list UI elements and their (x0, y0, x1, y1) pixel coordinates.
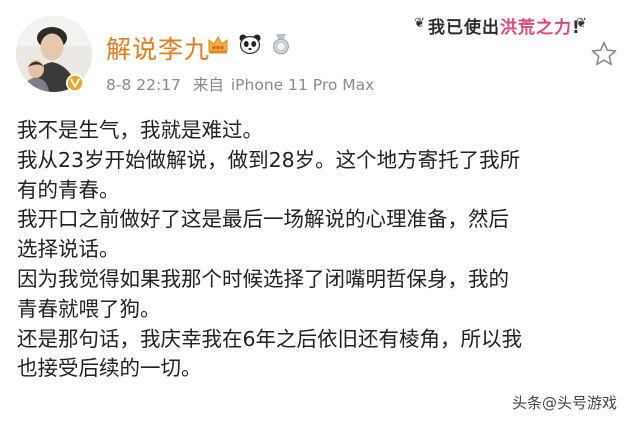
sticker-text: 我已使出洪荒之力! (428, 13, 581, 38)
user-badges (206, 33, 300, 59)
watermark: 头条@头号游戏 (512, 394, 618, 412)
source-label: 来自 (192, 76, 224, 94)
medal-icon[interactable] (270, 33, 292, 59)
sticker-ornament-left: ❦ (414, 16, 425, 31)
post-body-line-7: 青春就喂了狗。 (17, 296, 161, 321)
post-body-line-4: 我开口之前做好了这是最后一场解说的心理准备，然后 (17, 207, 509, 232)
post-body-line-8: 还是那句话，我庆幸我在6年之后依旧还有棱角，所以我 (17, 326, 523, 351)
sticker-ornament-right: ❦ (576, 16, 587, 31)
favorite-star-icon[interactable] (590, 40, 618, 68)
verified-icon (66, 74, 84, 92)
post-meta: 8-8 22:17 来自 iPhone 11 Pro Max (106, 73, 374, 95)
timestamp: 8-8 22:17 (106, 76, 181, 94)
post-body-line-1: 我不是生气，我就是难过。 (17, 118, 263, 142)
sticker-text-highlight: 洪荒之力 (500, 18, 572, 38)
weibo-post: 解说李九 8-8 22:17 来自 iPhone 11 Pro Max ❦ 我已… (0, 0, 640, 423)
post-body-line-3: 有的青春。 (17, 177, 120, 202)
decorative-sticker: ❦ 我已使出洪荒之力! ❦ (414, 12, 590, 40)
post-body-line-6: 因为我觉得如果我那个时候选择了闭嘴明哲保身，我的 (17, 266, 509, 291)
sticker-text-part1: 我已使出 (428, 18, 500, 38)
username[interactable]: 解说李九 (106, 30, 210, 66)
post-body-line-9: 也接受后续的一切。 (17, 356, 202, 381)
post-body-line-2: 我从23岁开始做解说，做到28岁。这个地方寄托了我所 (17, 147, 521, 172)
crown-badge-icon[interactable] (206, 33, 230, 59)
device-name[interactable]: iPhone 11 Pro Max (231, 76, 374, 94)
panda-icon[interactable] (238, 33, 262, 59)
post-body-line-5: 选择说话。 (17, 237, 120, 262)
post-body: 我不是生气，我就是难过。 我从23岁开始做解说，做到28岁。这个地方寄托了我所 … (17, 116, 629, 384)
